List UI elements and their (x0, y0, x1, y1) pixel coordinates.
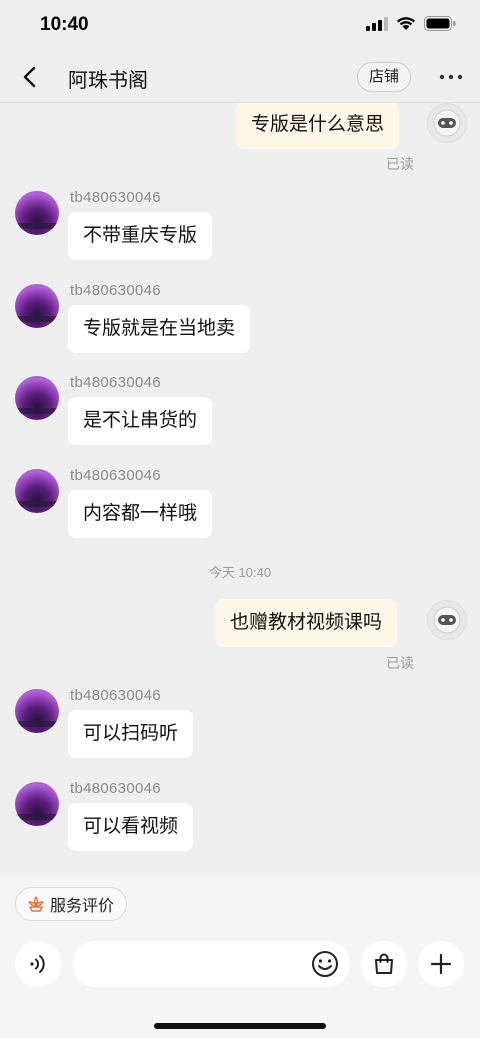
read-receipt: 已读 (386, 156, 414, 172)
message-bubble[interactable]: 不带重庆专版 (68, 212, 213, 260)
status-icons (366, 16, 456, 31)
robot-avatar-icon (433, 109, 461, 137)
message-input-box[interactable] (73, 941, 350, 989)
shop-button[interactable]: 店铺 (357, 62, 411, 92)
flower-icon (28, 896, 44, 912)
emoji-icon[interactable] (310, 949, 340, 979)
message-bubble[interactable]: 可以看视频 (68, 803, 194, 851)
sender-name: tb480630046 (70, 780, 161, 797)
service-rating-button[interactable]: 服务评价 (15, 887, 128, 921)
my-avatar (427, 600, 467, 640)
sender-name: tb480630046 (70, 189, 161, 206)
back-icon[interactable] (18, 64, 44, 90)
wifi-icon (397, 17, 415, 30)
read-receipt: 已读 (386, 655, 414, 671)
chat-title: 阿珠书阁 (68, 70, 148, 92)
more-icon[interactable] (436, 65, 466, 89)
voice-button[interactable] (15, 941, 61, 987)
seller-avatar[interactable] (15, 469, 59, 513)
status-bar: 10:40 (0, 0, 480, 52)
message-bubble[interactable]: 也赠教材视频课吗 (215, 599, 398, 647)
sender-name: tb480630046 (70, 467, 161, 484)
message-bubble[interactable]: 专版是什么意思 (236, 103, 400, 149)
my-avatar (427, 103, 467, 143)
signal-icon (366, 16, 388, 31)
nav-bar: 阿珠书阁 店铺 (0, 52, 480, 103)
product-button[interactable] (361, 941, 407, 987)
home-indicator (154, 1023, 326, 1029)
shopping-bag-icon (375, 953, 393, 974)
seller-avatar[interactable] (15, 689, 59, 733)
seller-avatar[interactable] (15, 376, 59, 420)
message-bubble[interactable]: 可以扫码听 (68, 710, 194, 758)
message-list[interactable]: 专版是什么意思 已读 tb480630046 不带重庆专版 tb48063004… (0, 103, 480, 875)
message-bubble[interactable]: 专版就是在当地卖 (68, 305, 251, 353)
voice-icon (30, 955, 45, 973)
sender-name: tb480630046 (70, 687, 161, 704)
message-input[interactable] (89, 941, 313, 989)
sender-name: tb480630046 (70, 374, 161, 391)
seller-avatar[interactable] (15, 782, 59, 826)
seller-avatar[interactable] (15, 284, 59, 328)
robot-avatar-icon (433, 606, 461, 634)
message-bubble[interactable]: 内容都一样哦 (68, 490, 213, 538)
status-time: 10:40 (40, 14, 89, 35)
plus-icon (430, 953, 452, 975)
sender-name: tb480630046 (70, 282, 161, 299)
seller-avatar[interactable] (15, 191, 59, 235)
more-actions-button[interactable] (418, 941, 464, 987)
battery-icon (424, 16, 456, 31)
service-rating-label: 服务评价 (50, 898, 115, 915)
message-bubble[interactable]: 是不让串货的 (68, 397, 213, 445)
chat-timestamp: 今天 10:40 (208, 565, 272, 580)
input-area: 服务评价 (0, 876, 480, 1038)
